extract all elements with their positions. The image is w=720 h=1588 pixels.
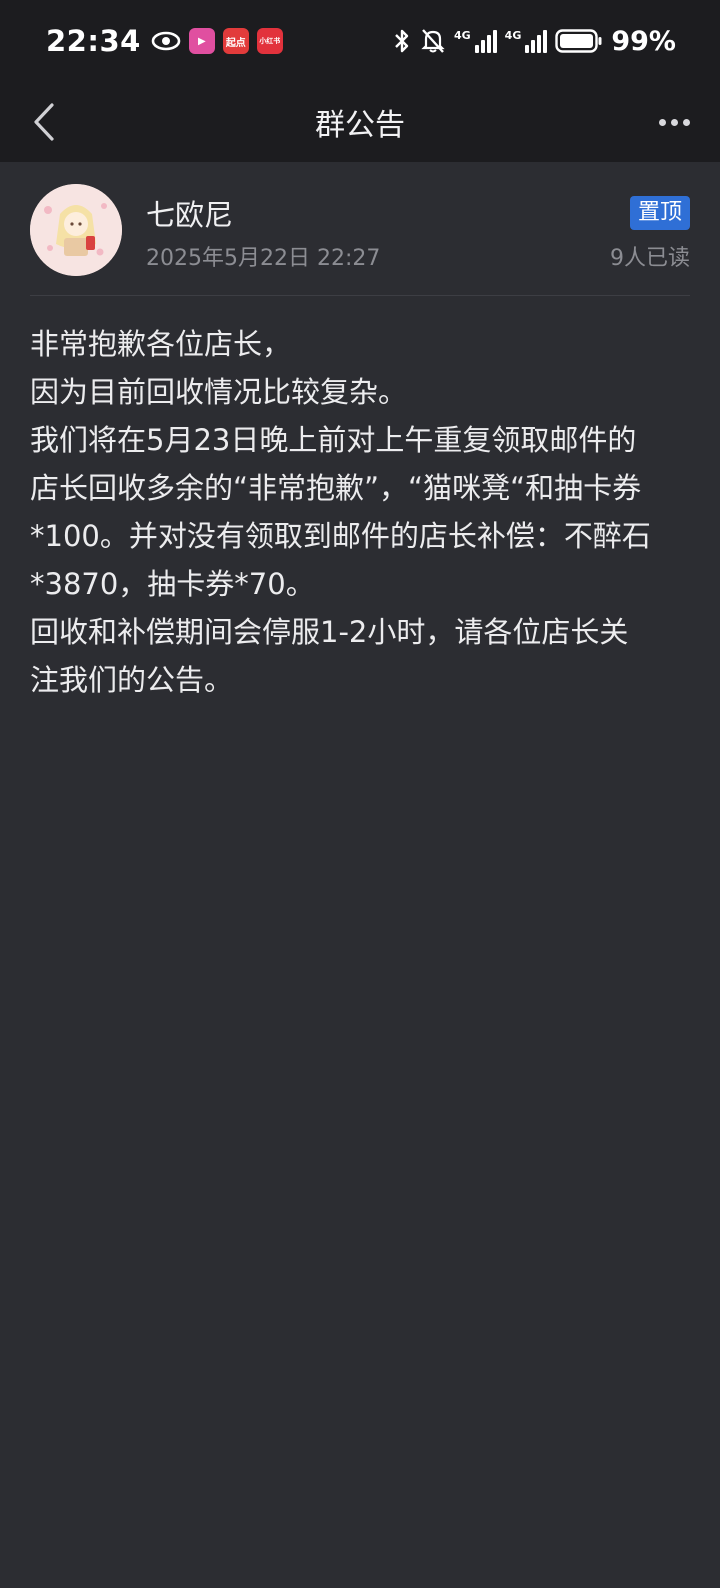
announcement-line: 因为目前回收情况比较复杂。: [30, 375, 408, 409]
video-app-icon: ▶: [188, 28, 215, 54]
signal-icon-1: 4G: [454, 29, 497, 53]
announcement-line: 回收和补偿期间会停服1-2小时，请各位店长关: [30, 615, 629, 649]
read-count[interactable]: 9人已读: [610, 240, 690, 272]
divider: [30, 295, 690, 296]
avatar[interactable]: [30, 184, 122, 276]
status-bar: 22:34 ▶ 起点 小红书 4G 4G 99%: [0, 0, 720, 82]
announcement-line: *3870，抽卡券*70。: [30, 567, 315, 601]
eye-icon: [151, 31, 181, 51]
status-notification-icons: ▶ 起点 小红书: [151, 28, 283, 54]
more-icon-dot: [682, 118, 690, 126]
announcement-line: 非常抱歉各位店长，: [30, 327, 292, 361]
pinned-badge: 置顶: [629, 196, 690, 230]
page-title: 群公告: [315, 108, 405, 143]
author-name[interactable]: 七欧尼: [146, 192, 233, 234]
status-system-icons: 4G 4G 99%: [392, 26, 676, 57]
more-icon-dot: [658, 118, 666, 126]
xiaohongshu-app-icon: 小红书: [256, 28, 283, 54]
announcement-content: 七欧尼 2025年5月22日 22:27 置顶 9人已读 非常抱歉各位店长， 因…: [0, 162, 720, 1588]
announcement-line: 店长回收多余的“非常抱歉”，“猫咪凳“和抽卡券: [30, 471, 642, 505]
battery-icon: [555, 29, 602, 53]
announcement-body: 非常抱歉各位店长， 因为目前回收情况比较复杂。 我们将在5月23日晚上前对上午重…: [30, 320, 690, 704]
title-bar: 群公告: [0, 82, 720, 162]
bluetooth-icon: [395, 29, 409, 53]
announcement-line: *100。并对没有领取到邮件的店长补偿：不醉石: [30, 519, 651, 553]
more-icon-dot: [670, 118, 678, 126]
signal-icon-2: 4G: [505, 29, 548, 53]
avatar-illustration: [30, 184, 122, 276]
author-row: 七欧尼 2025年5月22日 22:27 置顶 9人已读: [30, 184, 690, 276]
chevron-left-icon: [34, 103, 54, 141]
more-options-button[interactable]: [654, 106, 694, 138]
status-time: 22:34: [46, 24, 141, 58]
back-button[interactable]: [22, 100, 66, 144]
qidian-app-icon: 起点: [222, 28, 249, 54]
bell-muted-icon: [421, 29, 445, 53]
post-timestamp: 2025年5月22日 22:27: [146, 246, 381, 271]
announcement-line: 我们将在5月23日晚上前对上午重复领取邮件的: [30, 423, 637, 457]
battery-percent: 99%: [611, 25, 676, 57]
announcement-line: 注我们的公告。: [30, 663, 234, 697]
